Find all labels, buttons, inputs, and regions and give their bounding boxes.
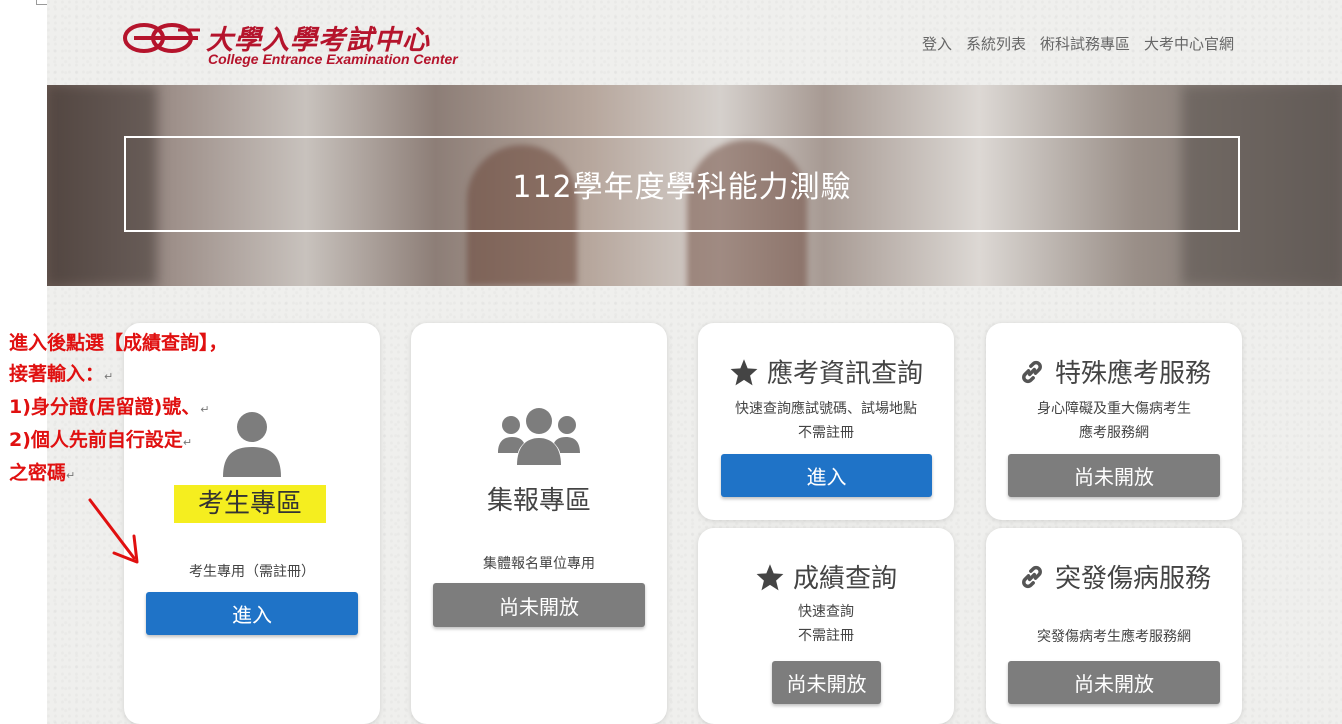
score-query-title: 成績查詢 — [792, 564, 897, 594]
special-service-not-open-button[interactable]: 尚未開放 — [1008, 454, 1220, 497]
group-card-desc: 集體報名單位專用 — [483, 556, 595, 572]
return-mark-icon: ↵ — [66, 469, 76, 482]
sudden-illness-not-open-button[interactable]: 尚未開放 — [1008, 661, 1220, 704]
exam-info-line-1: 快速查詢應試號碼、試場地點 — [735, 401, 917, 417]
exam-info-card: 應考資訊查詢 快速查詢應試號碼、試場地點 不需註冊 進入 — [698, 323, 954, 520]
sudden-illness-title: 突發傷病服務 — [1054, 564, 1211, 594]
score-query-line-1: 快速查詢 — [798, 604, 854, 620]
link-icon — [1022, 565, 1042, 588]
special-service-line-2: 應考服務網 — [1079, 425, 1149, 441]
users-icon — [498, 408, 580, 465]
sudden-illness-line-1: 突發傷病考生應考服務網 — [1037, 629, 1191, 645]
star-icon — [756, 563, 784, 590]
score-query-card: 成績查詢 快速查詢 不需註冊 尚未開放 — [698, 528, 954, 724]
return-mark-icon: ↵ — [182, 436, 193, 449]
nav-practical-exam[interactable]: 術科試務專區 — [1040, 33, 1130, 54]
exam-info-line-2: 不需註冊 — [798, 425, 854, 441]
annotation-line-1: 進入後點選【成績查詢】， — [9, 332, 228, 354]
special-service-header: 特殊應考服務 — [986, 353, 1242, 390]
exam-info-enter-button[interactable]: 進入 — [721, 454, 932, 497]
cec-logo-icon — [123, 23, 200, 53]
sudden-illness-desc: 突發傷病考生應考服務網 — [986, 625, 1242, 649]
instruction-annotation: 進入後點選【成績查詢】， 接著輸入：↵ 1)身分證(居留證)號、↵ 2)個人先前… — [9, 328, 228, 491]
annotation-line-3: 1)身分證(居留證)號、 — [9, 396, 201, 418]
special-service-desc: 身心障礙及重大傷病考生 應考服務網 — [986, 397, 1242, 445]
group-card: 集報專區 集體報名單位專用 尚未開放 — [411, 323, 667, 724]
banner-title: 112學年度學科能力測驗 — [512, 170, 852, 205]
user-icon — [223, 412, 281, 477]
sudden-illness-header: 突發傷病服務 — [986, 558, 1242, 595]
exam-info-desc: 快速查詢應試號碼、試場地點 不需註冊 — [698, 397, 954, 445]
sudden-illness-card: 突發傷病服務 突發傷病考生應考服務網 尚未開放 — [986, 528, 1242, 724]
logo-english-text: College Entrance Examination Center — [208, 51, 458, 67]
score-query-desc: 快速查詢 不需註冊 — [698, 600, 954, 648]
site-logo[interactable]: 大學入學考試中心 College Entrance Examination Ce… — [122, 14, 462, 70]
score-query-header: 成績查詢 — [698, 558, 954, 595]
exam-info-title: 應考資訊查詢 — [766, 359, 923, 389]
top-nav: 登入 系統列表 術科試務專區 大考中心官網 — [922, 33, 1234, 54]
link-icon — [1022, 360, 1042, 383]
return-mark-icon: ↵ — [200, 403, 210, 416]
nav-login[interactable]: 登入 — [922, 33, 952, 54]
annotation-line-5: 之密碼 — [9, 462, 67, 484]
score-query-line-2: 不需註冊 — [798, 628, 854, 644]
banner-frame: 112學年度學科能力測驗 — [124, 136, 1240, 232]
student-enter-button[interactable]: 進入 — [146, 592, 358, 635]
nav-system-list[interactable]: 系統列表 — [966, 33, 1026, 54]
special-service-line-1: 身心障礙及重大傷病考生 — [1037, 401, 1191, 417]
special-service-card: 特殊應考服務 身心障礙及重大傷病考生 應考服務網 尚未開放 — [986, 323, 1242, 520]
student-card-desc: 考生專用（需註冊） — [189, 564, 315, 580]
annotation-line-2: 接著輸入： — [9, 363, 105, 385]
group-not-open-button[interactable]: 尚未開放 — [433, 583, 645, 627]
score-query-not-open-button[interactable]: 尚未開放 — [772, 661, 881, 704]
exam-info-header: 應考資訊查詢 — [698, 353, 954, 390]
red-arrow-icon — [88, 498, 139, 564]
annotation-line-4: 2)個人先前自行設定 — [9, 429, 183, 451]
nav-official-site[interactable]: 大考中心官網 — [1144, 33, 1234, 54]
return-mark-icon: ↵ — [104, 370, 114, 383]
star-icon — [730, 358, 758, 385]
group-card-title: 集報專區 — [486, 486, 591, 516]
special-service-title: 特殊應考服務 — [1054, 359, 1211, 389]
